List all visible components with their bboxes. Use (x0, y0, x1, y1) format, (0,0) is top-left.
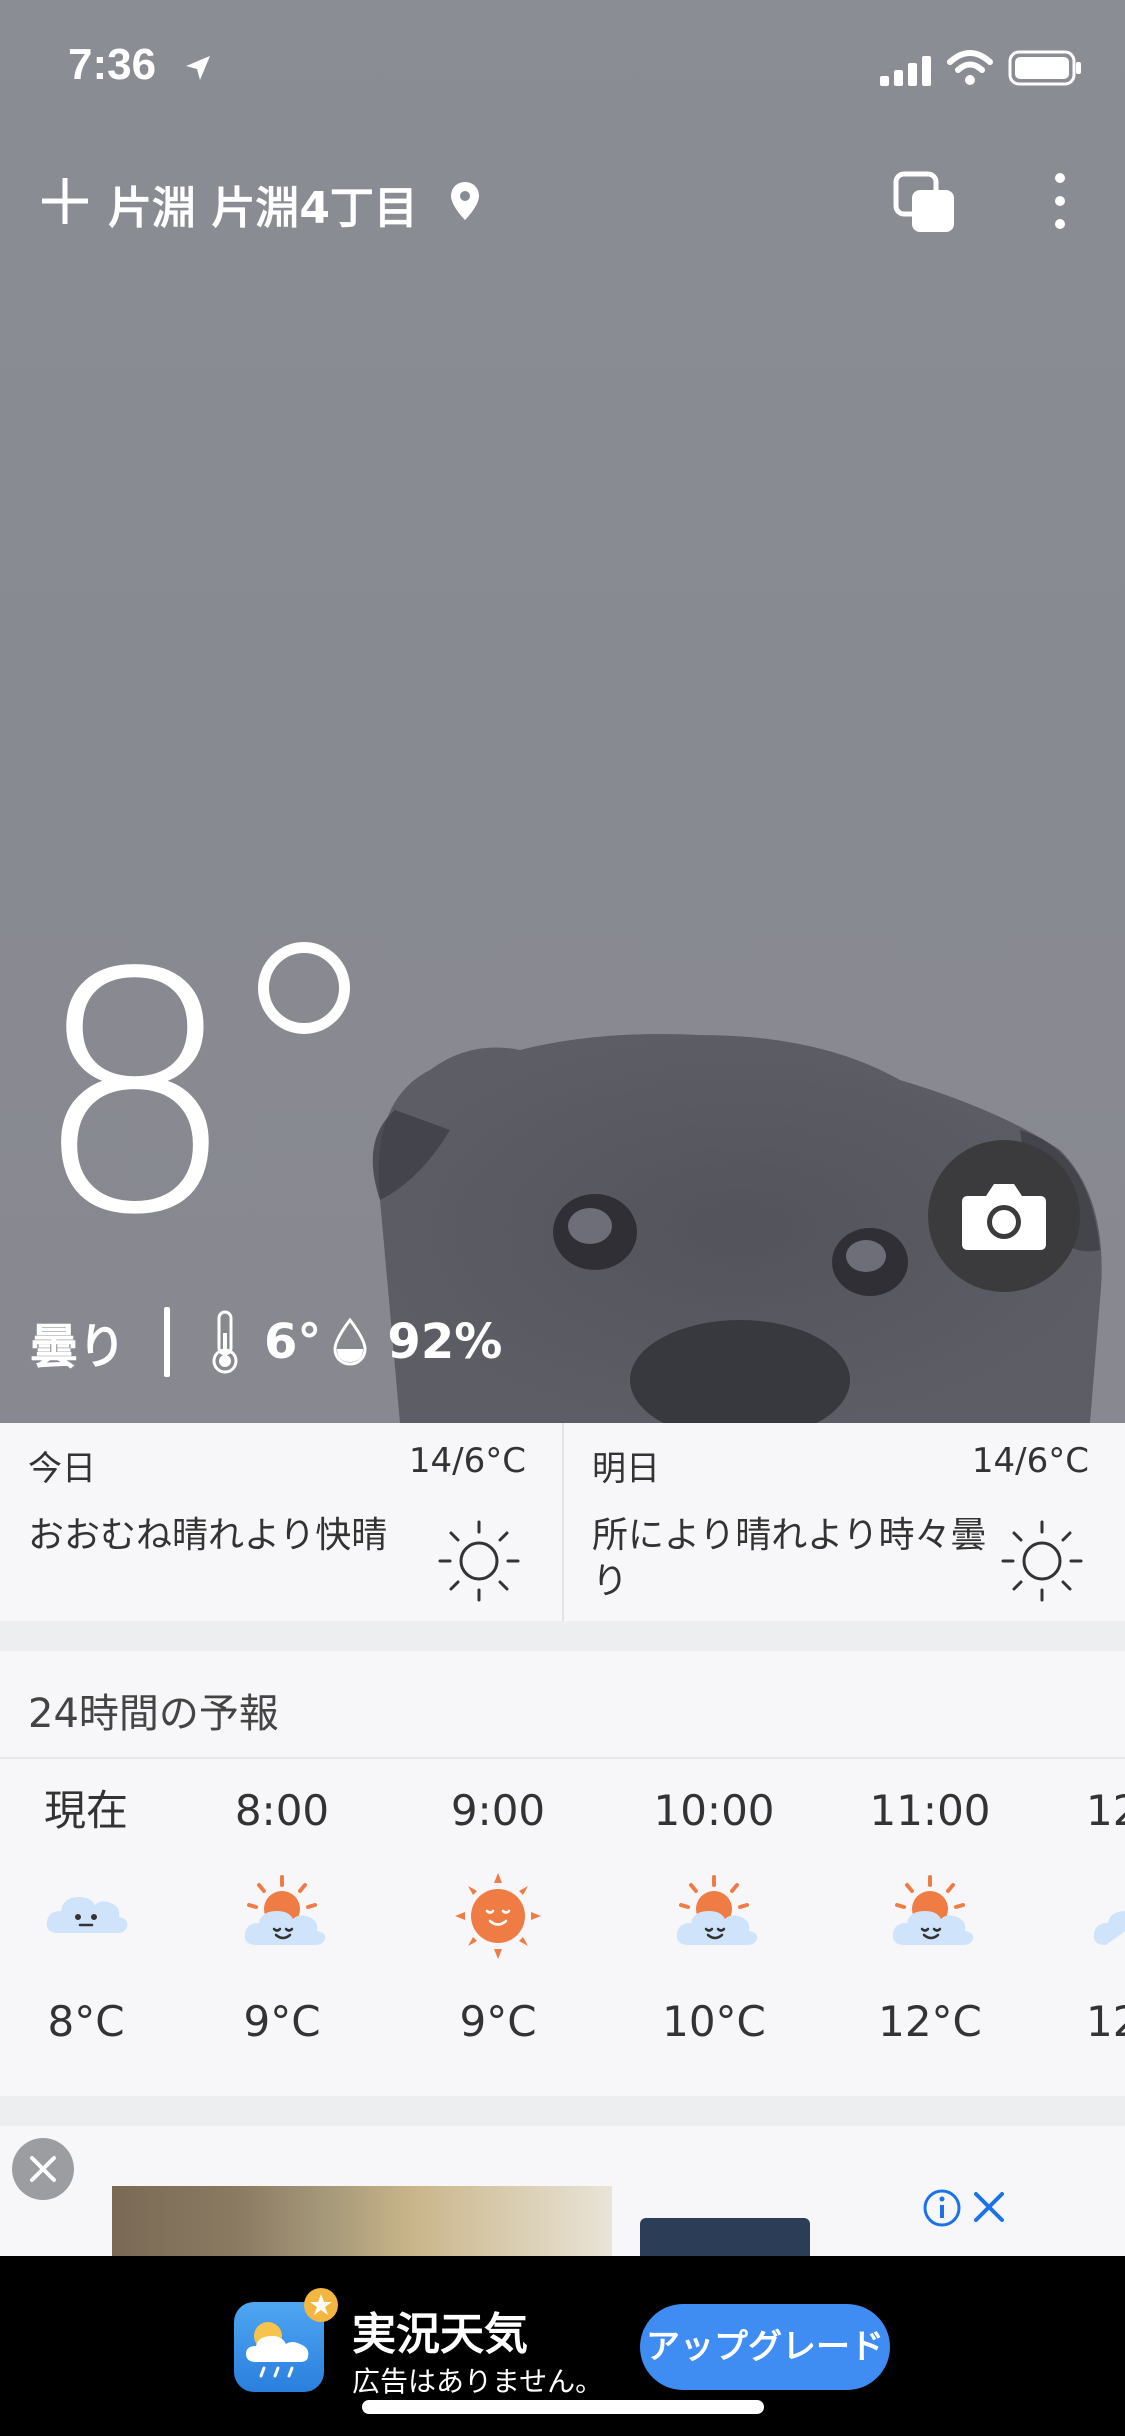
hourly-item: 8:00 9°C (182, 1781, 382, 2046)
hour-temp: 12 (1086, 1997, 1125, 2046)
thermometer-icon (212, 1310, 238, 1374)
day-description: 所により晴れより時々曇り (592, 1515, 987, 1602)
camera-icon (962, 1184, 1046, 1250)
hour-temp: 10°C (662, 1997, 766, 2046)
today-card[interactable]: 今日 14/6°C おおむね晴れより快晴 (0, 1423, 562, 1621)
condition-text: 曇り (30, 1319, 127, 1375)
wifi-icon (947, 50, 993, 85)
cellular-signal-icon (880, 56, 931, 86)
star-badge-icon (304, 2288, 338, 2322)
daily-forecast: 今日 14/6°C おおむね晴れより快晴 明日 14/6°C 所により晴れより時… (0, 1423, 1125, 1621)
cloud-icon (46, 1897, 128, 1933)
partly-sunny-icon (892, 1875, 974, 1945)
hourly-item: 9:00 9°C (398, 1781, 598, 2046)
sun-icon (438, 1520, 520, 1602)
camera-button[interactable] (928, 1140, 1080, 1292)
hour-time: 10:00 (653, 1786, 775, 1835)
current-conditions: 曇り 6° 92% (30, 1305, 502, 1379)
day-label: 明日 (592, 1449, 660, 1489)
day-label: 今日 (28, 1449, 96, 1489)
partly-sunny-icon (244, 1875, 326, 1945)
location-header: 片淵 片淵4丁目 (0, 160, 1125, 240)
hour-temp: 9°C (459, 1997, 537, 2046)
close-icon (30, 2156, 56, 2182)
location-arrow-icon (186, 56, 210, 80)
layers-switch-button[interactable] (892, 170, 958, 236)
location-name[interactable]: 片淵 片淵4丁目 (108, 172, 418, 236)
day-temp-range: 14/6°C (408, 1441, 526, 1481)
hour-time: 11:00 (869, 1786, 991, 1835)
ad-banner[interactable] (0, 2126, 1125, 2256)
hour-time: 12 (1086, 1786, 1125, 1835)
degree-symbol (258, 942, 350, 1034)
promo-title: 実況天気 (352, 2309, 528, 2360)
condition-divider (164, 1307, 171, 1377)
humidity-value: 92% (387, 1314, 503, 1370)
feels-like-temp: 6° (264, 1314, 322, 1370)
hourly-forecast[interactable]: 24時間の予報 現在 8°C 8:00 9°C 9:00 9°C 10:00 1… (0, 1651, 1125, 2096)
ad-thumbnail[interactable] (640, 2218, 810, 2256)
upgrade-button[interactable]: アップグレード (640, 2304, 890, 2390)
status-time: 7:36 (68, 40, 157, 89)
current-temperature: 8 (30, 903, 240, 1287)
section-gap (0, 2096, 1125, 2126)
hourly-item: 10:00 10°C (614, 1781, 814, 2046)
hour-temp: 9°C (243, 1997, 321, 2046)
hourly-item: 12 12 (1046, 1781, 1125, 2046)
ad-close-button[interactable] (12, 2138, 74, 2200)
promo-subtitle: 広告はありません。 (352, 2365, 604, 2398)
hour-temp: 8°C (47, 1997, 125, 2046)
partly-sunny-icon (1093, 1911, 1125, 1945)
hour-temp: 12°C (878, 1997, 982, 2046)
weather-hero: 7:36 片淵 片淵4丁目 8 曇り 6° 92% (0, 0, 1125, 1423)
battery-icon (1008, 50, 1081, 86)
home-indicator[interactable] (362, 2400, 764, 2414)
ad-dismiss-icon[interactable] (970, 2188, 1008, 2226)
star-icon (310, 2294, 332, 2315)
humidity-drop-icon (333, 1317, 367, 1366)
partly-sunny-icon (676, 1875, 758, 1945)
status-bar: 7:36 (0, 0, 1125, 135)
location-pin-icon (451, 182, 479, 220)
hour-time: 現在 (43, 1786, 128, 1835)
day-description: おおむね晴れより快晴 (28, 1515, 388, 1556)
hour-time: 9:00 (450, 1786, 546, 1835)
sun-icon (455, 1873, 541, 1959)
hour-time: 8:00 (234, 1786, 330, 1835)
ad-image[interactable] (112, 2186, 612, 2256)
section-gap (0, 1621, 1125, 1651)
more-menu-button[interactable] (1040, 168, 1080, 234)
divider (0, 1757, 1125, 1759)
sun-icon (1001, 1520, 1083, 1602)
tomorrow-card[interactable]: 明日 14/6°C 所により晴れより時々曇り (562, 1423, 1125, 1621)
hourly-title: 24時間の予報 (28, 1691, 279, 1737)
hourly-item: 現在 8°C (0, 1781, 186, 2046)
ad-info-icon[interactable] (922, 2188, 962, 2228)
day-temp-range: 14/6°C (971, 1441, 1089, 1481)
hourly-item: 11:00 12°C (830, 1781, 1030, 2046)
add-location-button[interactable] (38, 174, 92, 228)
